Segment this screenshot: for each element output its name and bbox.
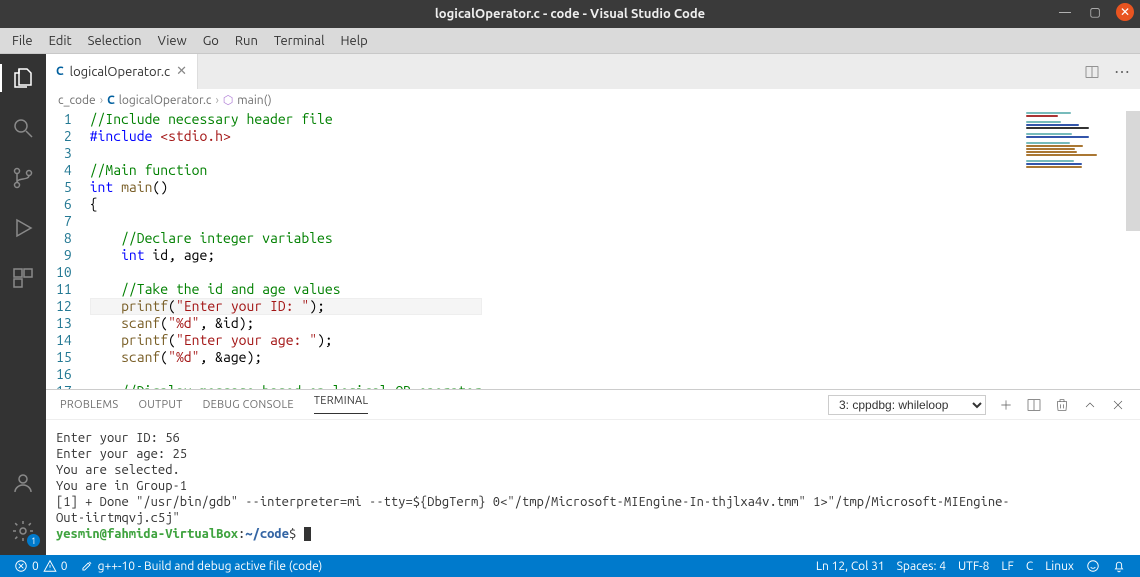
status-spaces[interactable]: Spaces: 4 [891, 560, 952, 573]
settings-badge: 1 [27, 534, 40, 547]
activity-accounts[interactable] [0, 467, 46, 499]
window-maximize-button[interactable]: ▢ [1086, 3, 1104, 21]
panel-tab-debug-console[interactable]: DEBUG CONSOLE [203, 399, 294, 411]
activity-source-control[interactable] [0, 162, 46, 194]
status-notifications[interactable] [1106, 559, 1132, 573]
branch-icon [11, 166, 35, 190]
status-eol[interactable]: LF [995, 560, 1019, 573]
feedback-smiley-icon [1086, 559, 1100, 573]
minimap[interactable] [1026, 111, 1126, 171]
search-icon [11, 116, 35, 140]
run-icon [11, 216, 35, 240]
status-os[interactable]: Linux [1039, 560, 1080, 573]
menu-edit[interactable]: Edit [41, 28, 80, 54]
menu-terminal[interactable]: Terminal [266, 28, 333, 54]
status-lncol[interactable]: Ln 12, Col 31 [810, 560, 891, 573]
editor[interactable]: 12345678910111213141516171819 //Include … [46, 111, 1140, 389]
panel-tab-terminal[interactable]: TERMINAL [314, 395, 369, 414]
window-close-button[interactable]: ✕ [1116, 3, 1134, 21]
breadcrumb-symbol[interactable]: main() [237, 94, 271, 107]
activity-run-debug[interactable] [0, 212, 46, 244]
bell-icon [1112, 559, 1126, 573]
status-encoding[interactable]: UTF-8 [952, 560, 995, 573]
panel-tabs: PROBLEMS OUTPUT DEBUG CONSOLE TERMINAL 3: c… [46, 390, 1140, 420]
split-terminal-icon[interactable] [1026, 397, 1042, 413]
breadcrumb-root[interactable]: c_code [58, 94, 96, 107]
c-file-icon: C [56, 65, 64, 78]
chevron-right-icon: › [215, 94, 218, 107]
activity-search[interactable] [0, 112, 46, 144]
activity-settings[interactable]: 1 [0, 515, 46, 547]
scroll-thumb[interactable] [1126, 111, 1140, 231]
window-minimize-button[interactable]: — [1056, 3, 1074, 21]
panel-tab-problems[interactable]: PROBLEMS [60, 399, 118, 411]
files-icon [11, 66, 35, 90]
vertical-scrollbar[interactable] [1126, 111, 1140, 389]
close-panel-icon[interactable] [1110, 397, 1126, 413]
kill-terminal-icon[interactable] [1054, 397, 1070, 413]
breadcrumb[interactable]: c_code › C logicalOperator.c › ⬡ main() [46, 89, 1140, 111]
c-file-icon: C [107, 94, 115, 107]
statusbar: 0 0 g++-10 - Build and debug active file… [0, 555, 1140, 577]
more-actions-icon[interactable]: ⋯ [1114, 62, 1130, 81]
status-feedback[interactable] [1080, 559, 1106, 573]
menu-help[interactable]: Help [332, 28, 375, 54]
tab-logicaloperator[interactable]: C logicalOperator.c ✕ [46, 54, 198, 89]
chevron-right-icon: › [100, 94, 103, 107]
editor-group: C logicalOperator.c ✕ ⋯ c_code › C logic… [46, 54, 1140, 555]
chevron-up-icon[interactable] [1082, 397, 1098, 413]
menu-go[interactable]: Go [195, 28, 227, 54]
code-content[interactable]: //Include necessary header file#include … [90, 111, 482, 389]
window-title: logicalOperator.c - code - Visual Studio… [0, 7, 1140, 21]
symbol-function-icon: ⬡ [223, 93, 233, 107]
menu-file[interactable]: File [4, 28, 41, 54]
activity-bar: 1 [0, 54, 46, 555]
status-problems[interactable]: 0 0 [8, 559, 74, 573]
tools-icon [80, 559, 94, 573]
terminal-content[interactable]: Enter your ID: 56Enter your age: 25You a… [46, 420, 1140, 555]
breadcrumb-file[interactable]: logicalOperator.c [119, 94, 212, 107]
menu-run[interactable]: Run [227, 28, 266, 54]
panel: PROBLEMS OUTPUT DEBUG CONSOLE TERMINAL 3: c… [46, 390, 1140, 555]
menu-selection[interactable]: Selection [80, 28, 150, 54]
status-language[interactable]: C [1020, 560, 1039, 573]
line-number-gutter: 12345678910111213141516171819 [46, 111, 90, 389]
account-icon [11, 471, 35, 495]
menu-view[interactable]: View [150, 28, 195, 54]
status-build-task[interactable]: g++-10 - Build and debug active file (co… [74, 559, 329, 573]
terminal-selector[interactable]: 3: cppdbg: whileloop [828, 395, 986, 415]
editor-tabs: C logicalOperator.c ✕ ⋯ [46, 54, 1140, 89]
window-titlebar: logicalOperator.c - code - Visual Studio… [0, 0, 1140, 28]
extensions-icon [11, 266, 35, 290]
split-editor-icon[interactable] [1084, 64, 1100, 80]
tab-label: logicalOperator.c [70, 65, 170, 79]
new-terminal-icon[interactable] [998, 397, 1014, 413]
activity-explorer[interactable] [0, 62, 46, 94]
panel-tab-output[interactable]: OUTPUT [138, 399, 182, 411]
menubar: FileEditSelectionViewGoRunTerminalHelp [0, 28, 1140, 54]
warning-icon [43, 559, 57, 573]
activity-extensions[interactable] [0, 262, 46, 294]
tab-close-icon[interactable]: ✕ [176, 64, 187, 79]
error-icon [14, 559, 28, 573]
